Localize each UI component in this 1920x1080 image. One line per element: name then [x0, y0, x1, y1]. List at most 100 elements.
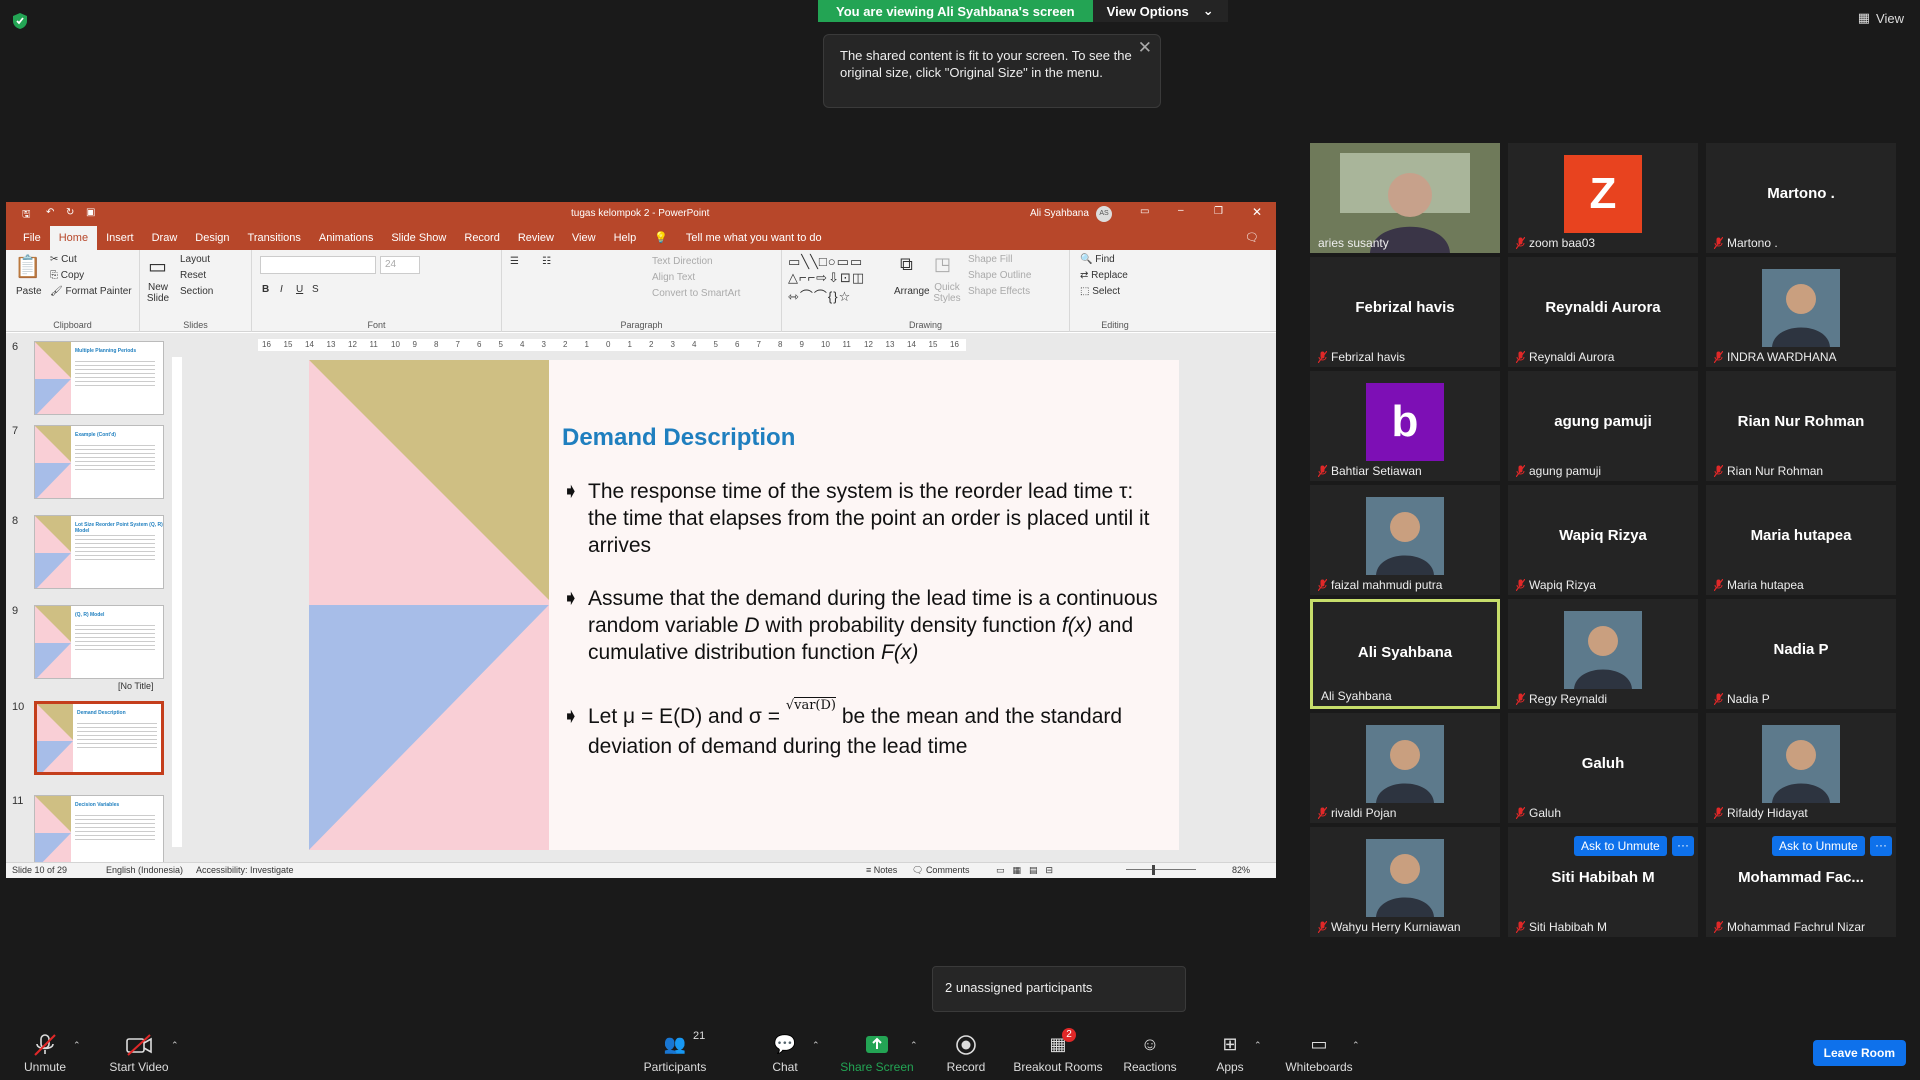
copy-button[interactable]: ⎘ Copy [50, 270, 84, 281]
tab-design[interactable]: Design [186, 226, 238, 250]
security-shield-icon[interactable] [12, 12, 28, 30]
reactions-button[interactable]: ☺ Reactions [1122, 1022, 1178, 1080]
participant-tile[interactable]: Martono . Martono . [1706, 143, 1896, 253]
font-name-input[interactable] [260, 256, 376, 274]
view-mode-buttons[interactable]: ▭▦▤⊟ [996, 865, 1061, 876]
reset-button[interactable]: Reset [180, 270, 206, 281]
participant-tile[interactable]: Wahyu Herry Kurniawan [1310, 827, 1500, 937]
font-size-input[interactable]: 24 [380, 256, 420, 274]
participant-tile[interactable]: Regy Reynaldi [1508, 599, 1698, 709]
participant-tile[interactable]: rivaldi Pojan [1310, 713, 1500, 823]
tab-animations[interactable]: Animations [310, 226, 382, 250]
layout-button[interactable]: Layout [180, 254, 210, 265]
tab-help[interactable]: Help [605, 226, 646, 250]
tab-slide-show[interactable]: Slide Show [382, 226, 455, 250]
participant-tile[interactable]: Nadia P Nadia P [1706, 599, 1896, 709]
apps-options-caret[interactable]: ⌃ [1254, 1040, 1262, 1051]
slide-thumbnail[interactable]: Decision Variables [34, 795, 164, 863]
tab-file[interactable]: File [14, 226, 50, 250]
convert-smartart-button[interactable]: Convert to SmartArt [652, 288, 740, 299]
select-button[interactable]: ⬚ Select [1080, 286, 1120, 297]
text-direction-button[interactable]: Text Direction [652, 256, 713, 267]
participant-tile[interactable]: Wapiq Rizya Wapiq Rizya [1508, 485, 1698, 595]
comment-icon[interactable]: 🗨 [1236, 226, 1268, 250]
present-icon[interactable]: ▣ [86, 207, 95, 218]
tab-transitions[interactable]: Transitions [239, 226, 310, 250]
shadow-button[interactable]: S [312, 284, 319, 295]
participant-tile[interactable]: Mohammad Fac... Ask to Unmute ··· Mohammad … [1706, 827, 1896, 937]
arrange-icon[interactable]: ⧉ [900, 254, 913, 275]
find-button[interactable]: 🔍 Find [1080, 254, 1115, 265]
format-painter-button[interactable]: 🖌 Format Painter [50, 286, 132, 297]
share-screen-button[interactable]: Share Screen [838, 1022, 916, 1080]
new-slide-icon[interactable]: ▭ [148, 254, 167, 279]
undo-icon[interactable]: ↶ [46, 207, 54, 218]
tab-draw[interactable]: Draw [143, 226, 187, 250]
start-video-button[interactable]: Start Video [104, 1022, 174, 1080]
whiteboards-options-caret[interactable]: ⌃ [1352, 1040, 1360, 1051]
participant-tile[interactable]: INDRA WARDHANA [1706, 257, 1896, 367]
zoom-slider[interactable] [1126, 869, 1196, 870]
slide-thumbnail[interactable]: Lot Size Reorder Point System (Q, R) Mod… [34, 515, 164, 589]
slide-thumbnail[interactable]: Multiple Planning Periods [34, 341, 164, 415]
zoom-level[interactable]: 82% [1232, 865, 1250, 875]
restore-icon[interactable]: ❐ [1214, 206, 1223, 217]
participant-tile[interactable]: Reynaldi Aurora Reynaldi Aurora [1508, 257, 1698, 367]
participant-tile[interactable]: Zzoom baa03 [1508, 143, 1698, 253]
align-text-button[interactable]: Align Text [652, 272, 695, 283]
more-options-button[interactable]: ··· [1870, 836, 1892, 856]
numbering-icon[interactable]: ☷ [542, 256, 551, 267]
video-options-caret[interactable]: ⌃ [171, 1040, 179, 1051]
participant-tile[interactable]: Rifaldy Hidayat [1706, 713, 1896, 823]
audio-options-caret[interactable]: ⌃ [73, 1040, 81, 1051]
quick-styles-icon[interactable]: ◳ [934, 254, 951, 275]
tell-me-search[interactable]: Tell me what you want to do [677, 226, 831, 250]
participant-tile[interactable]: agung pamuji agung pamuji [1508, 371, 1698, 481]
ribbon-display-icon[interactable]: ▭ [1140, 206, 1149, 217]
close-icon[interactable]: ✕ [1138, 39, 1152, 56]
shape-fill-button[interactable]: Shape Fill [968, 254, 1012, 265]
participant-tile[interactable]: Maria hutapea Maria hutapea [1706, 485, 1896, 595]
slide-thumbnail-pane[interactable]: 6 Multiple Planning Periods 7 Example (Cont… [6, 333, 182, 863]
tab-insert[interactable]: Insert [97, 226, 143, 250]
view-button[interactable]: ▦ View [1858, 10, 1904, 26]
user-avatar[interactable]: AS [1096, 206, 1112, 222]
shape-outline-button[interactable]: Shape Outline [968, 270, 1031, 281]
ask-to-unmute-button[interactable]: Ask to Unmute [1574, 836, 1667, 856]
ask-to-unmute-button[interactable]: Ask to Unmute [1772, 836, 1865, 856]
close-window-icon[interactable]: ✕ [1252, 205, 1262, 219]
tab-home[interactable]: Home [49, 226, 98, 250]
participant-tile[interactable]: Febrizal havis Febrizal havis [1310, 257, 1500, 367]
paste-icon[interactable]: 📋 [14, 254, 41, 280]
participant-tile[interactable]: Siti Habibah M Ask to Unmute ··· Siti Habib… [1508, 827, 1698, 937]
paste-button[interactable]: Paste [16, 286, 42, 297]
notes-button[interactable]: ≡ Notes [866, 865, 897, 875]
quick-styles-button[interactable]: Quick Styles [932, 282, 962, 304]
shapes-gallery[interactable]: ▭╲╲□○▭▭ [788, 254, 863, 270]
minimize-icon[interactable]: – [1178, 205, 1184, 216]
section-button[interactable]: Section [180, 286, 213, 297]
bold-button[interactable]: B [262, 284, 269, 295]
chat-options-caret[interactable]: ⌃ [812, 1040, 820, 1051]
breakout-rooms-button[interactable]: ▦ 2 Breakout Rooms [1010, 1022, 1106, 1080]
unmute-button[interactable]: Unmute [14, 1022, 76, 1080]
record-button[interactable]: Record [936, 1022, 996, 1080]
participant-tile[interactable]: Galuh Galuh [1508, 713, 1698, 823]
redo-icon[interactable]: ↻ [66, 207, 74, 218]
shape-effects-button[interactable]: Shape Effects [968, 286, 1030, 297]
apps-button[interactable]: ⊞ Apps [1210, 1022, 1250, 1080]
participant-tile[interactable]: aries susanty [1310, 143, 1500, 253]
comments-button[interactable]: 🗨 Comments [912, 865, 969, 876]
replace-button[interactable]: ⇄ Replace [1080, 270, 1128, 281]
current-slide[interactable]: Demand Description ➧ The response time o… [309, 360, 1179, 850]
more-options-button[interactable]: ··· [1672, 836, 1694, 856]
whiteboards-button[interactable]: ▭ Whiteboards [1280, 1022, 1358, 1080]
participant-tile[interactable]: faizal mahmudi putra [1310, 485, 1500, 595]
arrange-button[interactable]: Arrange [894, 286, 930, 297]
participants-button[interactable]: 👥 21 Participants [640, 1022, 710, 1080]
slide-thumbnail[interactable]: Example (Cont'd) [34, 425, 164, 499]
slide-thumbnail[interactable]: Demand Description [34, 701, 164, 775]
zoom-slider-thumb[interactable] [1152, 865, 1155, 875]
save-icon[interactable]: 🖫 [22, 207, 31, 224]
bullets-icon[interactable]: ☰ [510, 256, 519, 267]
